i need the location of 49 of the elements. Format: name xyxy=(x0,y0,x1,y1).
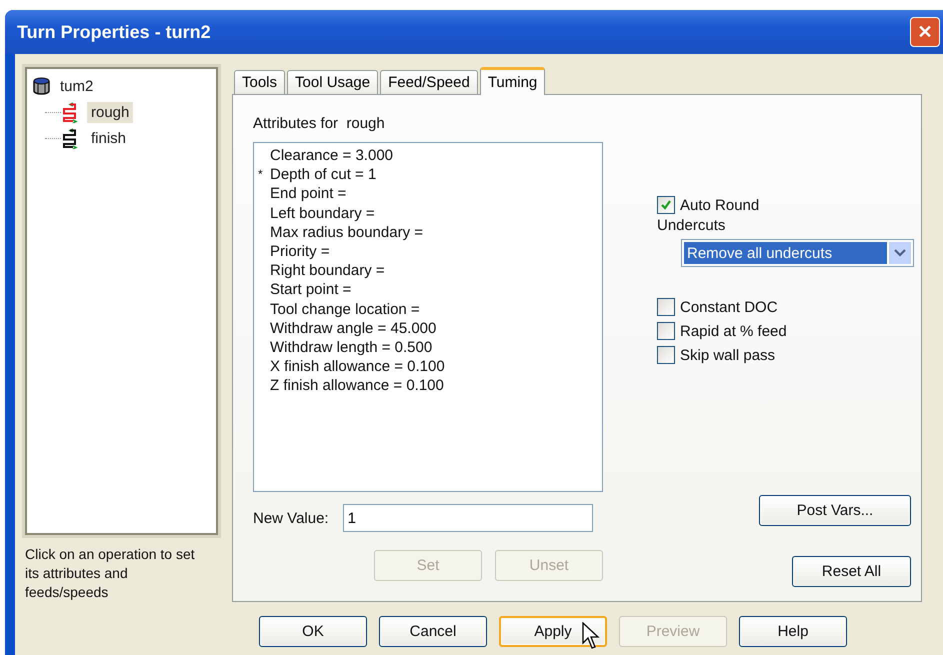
cylinder-icon xyxy=(33,77,50,95)
hint-text: Click on an operation to set its attributes and feeds/speeds xyxy=(25,545,196,602)
tab[interactable]: Tuming xyxy=(480,67,546,95)
attribute-item[interactable]: Max radius boundary = xyxy=(270,222,424,242)
check-icon xyxy=(660,199,672,211)
attribute-item[interactable]: Depth of cut = 1 xyxy=(270,165,376,184)
checkbox[interactable] xyxy=(657,196,675,214)
checkbox-label: Auto Round xyxy=(680,196,760,214)
dialog-button[interactable]: Help xyxy=(739,616,847,647)
attribute-item[interactable]: Right boundary = xyxy=(270,261,385,280)
dialog-button[interactable]: OK xyxy=(259,616,367,647)
chevron-down-icon xyxy=(894,249,906,257)
tab[interactable]: Feed/Speed xyxy=(380,70,478,94)
attributes-label: Attributes for rough xyxy=(253,115,386,132)
new-value-label: New Value: xyxy=(253,510,329,526)
tab[interactable]: Tool Usage xyxy=(287,70,378,94)
mouse-cursor-icon xyxy=(582,622,600,650)
reset-all-button[interactable]: Reset All xyxy=(792,556,911,587)
tree-item[interactable]: finish xyxy=(87,128,130,148)
window-title: Turn Properties - turn2 xyxy=(17,22,211,42)
post-vars-button[interactable]: Post Vars... xyxy=(759,495,911,526)
tree-item[interactable]: tum2 xyxy=(56,76,98,96)
tree-item[interactable]: rough xyxy=(87,102,134,122)
attribute-item[interactable]: X finish allowance = 0.100 xyxy=(270,357,445,376)
dialog-button[interactable]: Apply xyxy=(499,616,607,647)
checkbox[interactable] xyxy=(657,346,675,364)
attribute-item[interactable]: Clearance = 3.000 xyxy=(270,146,394,166)
operation-icon xyxy=(61,101,79,123)
attribute-item[interactable]: End point = xyxy=(270,184,346,204)
checkbox-label: Skip wall pass xyxy=(680,346,776,364)
attribute-item[interactable]: Tool change location = xyxy=(270,300,420,319)
close-button[interactable]: ✕ xyxy=(910,17,940,47)
modified-marker: * xyxy=(258,166,264,184)
checkbox[interactable] xyxy=(657,322,675,340)
attribute-item[interactable]: Priority = xyxy=(270,242,330,262)
checkbox-label: Constant DOC xyxy=(680,298,778,316)
dialog-button[interactable]: Cancel xyxy=(379,616,487,647)
attribute-item[interactable]: Withdraw angle = 45.000 xyxy=(270,318,436,338)
attribute-item[interactable]: Left boundary = xyxy=(270,204,375,223)
attribute-item[interactable]: Withdraw length = 0.500 xyxy=(270,338,432,358)
tab[interactable]: Tools xyxy=(234,70,286,94)
attribute-item[interactable]: Z finish allowance = 0.100 xyxy=(270,376,444,396)
attribute-item[interactable]: Start point = xyxy=(270,280,352,300)
checkbox[interactable] xyxy=(657,298,675,316)
operation-icon xyxy=(61,127,79,149)
undercuts-dropdown[interactable]: Remove all undercuts xyxy=(681,239,914,267)
new-value-field[interactable]: 1 xyxy=(342,504,593,532)
checkbox-label: Rapid at % feed xyxy=(680,322,787,340)
undercuts-label: Undercuts xyxy=(657,217,726,234)
